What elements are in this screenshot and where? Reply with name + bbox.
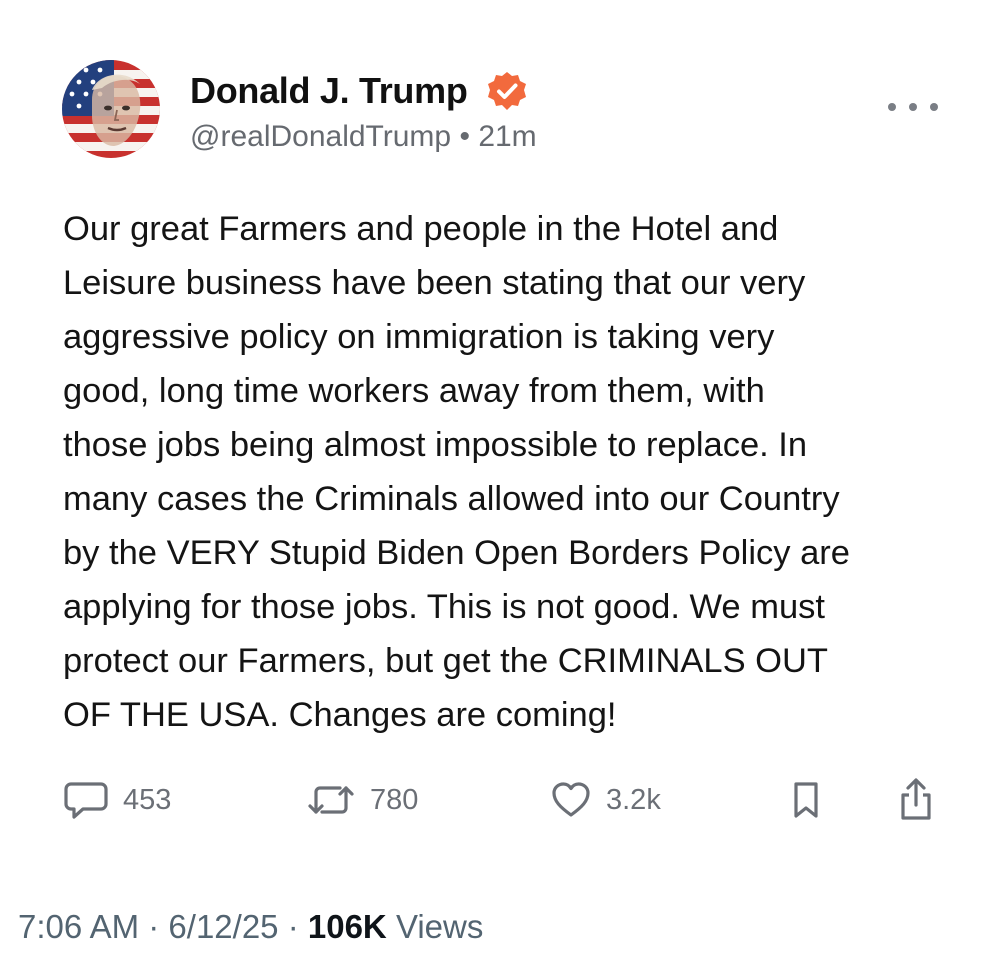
repost-count: 780 <box>370 783 419 816</box>
meta-separator: · <box>148 908 160 945</box>
more-options-button[interactable] <box>888 92 938 122</box>
share-icon <box>901 778 931 820</box>
repost-button[interactable]: 780 <box>306 778 418 822</box>
bookmark-button[interactable] <box>789 778 823 822</box>
separator-dot: • <box>459 120 470 153</box>
more-dot-icon <box>888 103 896 111</box>
like-button[interactable]: 3.2k <box>550 778 661 822</box>
reply-count: 453 <box>123 783 172 816</box>
post-relative-time[interactable]: 21m <box>478 120 536 153</box>
avatar[interactable] <box>62 60 160 158</box>
post-time[interactable]: 7:06 AM <box>18 908 139 945</box>
more-dot-icon <box>909 103 917 111</box>
repost-icon <box>308 786 354 814</box>
post-card: Donald J. Trump @realDonaldTrump • 21m O… <box>0 0 1000 880</box>
views-count[interactable]: 106K <box>308 908 387 945</box>
views-label: Views <box>395 908 484 945</box>
reply-button[interactable]: 453 <box>63 778 171 822</box>
bookmark-icon <box>794 782 818 818</box>
meta-separator: · <box>287 908 299 945</box>
reply-icon <box>64 782 108 819</box>
author-display-name[interactable]: Donald J. Trump <box>190 70 468 112</box>
heart-icon <box>552 782 590 817</box>
verified-badge-icon <box>486 70 528 112</box>
share-button[interactable] <box>896 778 936 822</box>
post-metadata: 7:06 AM · 6/12/25 · 106K Views <box>18 908 483 946</box>
post-date[interactable]: 6/12/25 <box>168 908 278 945</box>
author-handle[interactable]: @realDonaldTrump <box>190 120 451 153</box>
more-dot-icon <box>930 103 938 111</box>
like-count: 3.2k <box>606 783 661 816</box>
author-handle-line: @realDonaldTrump • 21m <box>190 120 537 154</box>
post-body-text: Our great Farmers and people in the Hote… <box>63 210 850 734</box>
avatar-image <box>62 60 160 158</box>
